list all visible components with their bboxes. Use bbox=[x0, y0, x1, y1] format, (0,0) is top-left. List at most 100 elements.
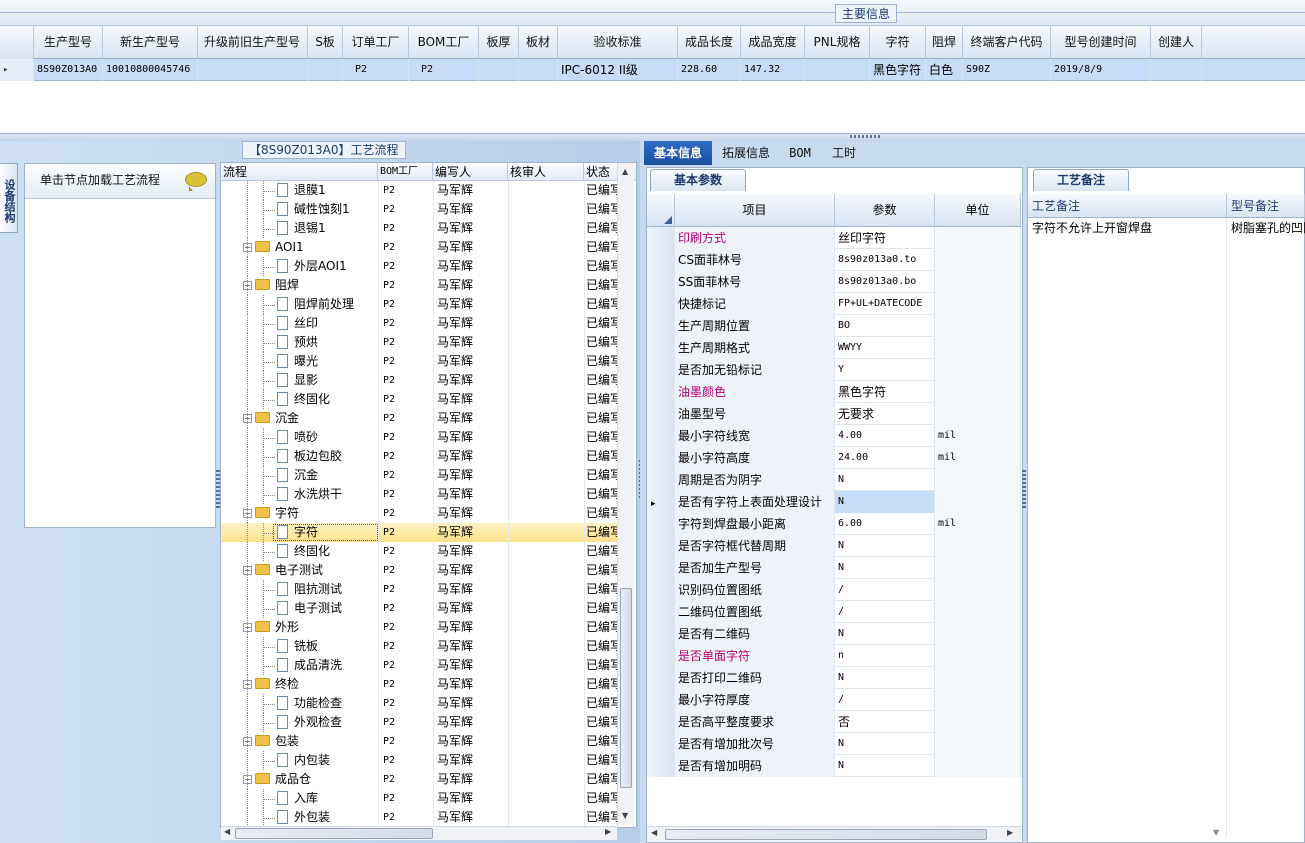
row-indicator[interactable] bbox=[647, 293, 675, 315]
tree-node[interactable]: 退膜1 bbox=[221, 181, 378, 200]
tree-row[interactable]: − 字符 P2 马军辉 已编写 bbox=[221, 504, 622, 523]
row-indicator[interactable] bbox=[647, 535, 675, 557]
row-indicator[interactable] bbox=[647, 733, 675, 755]
tree-node[interactable]: 水洗烘干 bbox=[221, 485, 378, 504]
tree-horizontal-scrollbar[interactable]: ◀ ▶ bbox=[221, 826, 617, 840]
tree-row[interactable]: 功能检查 P2 马军辉 已编写 bbox=[221, 694, 622, 713]
row-indicator[interactable] bbox=[647, 645, 675, 667]
param-value[interactable]: N bbox=[835, 755, 935, 777]
tree-node[interactable]: 丝印 bbox=[221, 314, 378, 333]
tree-node[interactable]: 电子测试 bbox=[221, 599, 378, 618]
tree-node[interactable]: 成品清洗 bbox=[221, 656, 378, 675]
tree-node[interactable]: 喷砂 bbox=[221, 428, 378, 447]
row-indicator[interactable] bbox=[647, 249, 675, 271]
notes-column-model[interactable]: 型号备注 bbox=[1227, 194, 1305, 218]
main-cell[interactable]: 147.32 bbox=[741, 59, 805, 81]
table-row[interactable]: 最小字符高度 24.00 mil bbox=[647, 447, 1021, 469]
table-row[interactable]: 印刷方式 丝印字符 bbox=[647, 227, 1021, 249]
main-column-header[interactable]: 订单工厂 bbox=[343, 26, 409, 59]
tree-row[interactable]: 铣板 P2 马军辉 已编写 bbox=[221, 637, 622, 656]
tree-row[interactable]: 阻抗测试 P2 马军辉 已编写 bbox=[221, 580, 622, 599]
tree-row[interactable]: 终固化 P2 马军辉 已编写 bbox=[221, 390, 622, 409]
tab-process-notes[interactable]: 工艺备注 bbox=[1033, 169, 1129, 191]
tree-node[interactable]: − 外形 bbox=[221, 618, 378, 637]
tree-row[interactable]: 退膜1 P2 马军辉 已编写 bbox=[221, 181, 622, 200]
table-row[interactable]: 字符到焊盘最小距离 6.00 mil bbox=[647, 513, 1021, 535]
scroll-right-icon[interactable]: ▶ bbox=[1007, 828, 1013, 837]
table-row[interactable]: 是否有增加明码 N bbox=[647, 755, 1021, 777]
tree-node[interactable]: − 字符 bbox=[221, 504, 378, 523]
tree-node[interactable]: − 阻焊 bbox=[221, 276, 378, 295]
row-indicator[interactable]: ▸ bbox=[647, 491, 675, 513]
tree-node[interactable]: 外层AOI1 bbox=[221, 257, 378, 276]
tree-node[interactable]: 预烘 bbox=[221, 333, 378, 352]
row-indicator[interactable] bbox=[647, 315, 675, 337]
row-indicator[interactable] bbox=[647, 689, 675, 711]
tree-row[interactable]: − 包装 P2 马军辉 已编写 bbox=[221, 732, 622, 751]
table-row[interactable]: 二维码位置图纸 / bbox=[647, 601, 1021, 623]
row-indicator[interactable] bbox=[647, 469, 675, 491]
main-cell[interactable]: P2 bbox=[409, 59, 479, 81]
tree-node[interactable]: 退锡1 bbox=[221, 219, 378, 238]
main-column-header[interactable]: 生产型号 bbox=[34, 26, 103, 59]
tree-node[interactable]: − 成品仓 bbox=[221, 770, 378, 789]
tree-row[interactable]: − 沉金 P2 马军辉 已编写 bbox=[221, 409, 622, 428]
tree-node[interactable]: − 电子测试 bbox=[221, 561, 378, 580]
tab-bom[interactable]: BOM bbox=[780, 141, 820, 165]
tree-node[interactable]: 内包装 bbox=[221, 751, 378, 770]
tree-row[interactable]: 水洗烘干 P2 马军辉 已编写 bbox=[221, 485, 622, 504]
tree-node[interactable]: − AOI1 bbox=[221, 238, 378, 257]
main-cell[interactable]: P2 bbox=[343, 59, 409, 81]
row-indicator[interactable] bbox=[647, 403, 675, 425]
horizontal-splitter[interactable] bbox=[0, 133, 1305, 141]
table-row[interactable]: 生产周期格式 WWYY bbox=[647, 337, 1021, 359]
tab-basic-params[interactable]: 基本参数 bbox=[650, 169, 746, 191]
tree-row[interactable]: − 成品仓 P2 马军辉 已编写 bbox=[221, 770, 622, 789]
param-value[interactable]: N bbox=[835, 733, 935, 755]
param-value[interactable]: N bbox=[835, 667, 935, 689]
tree-row[interactable]: 板边包胶 P2 马军辉 已编写 bbox=[221, 447, 622, 466]
tree-column-header[interactable]: 核审人 bbox=[508, 163, 584, 181]
tree-row[interactable]: 曝光 P2 马军辉 已编写 bbox=[221, 352, 622, 371]
main-cell[interactable]: 8S90Z013A0 bbox=[34, 59, 103, 81]
main-column-header[interactable]: 创建人 bbox=[1151, 26, 1202, 59]
table-row[interactable]: SS面菲林号 8s90z013a0.bo bbox=[647, 271, 1021, 293]
tree-row[interactable]: 内包装 P2 马军辉 已编写 bbox=[221, 751, 622, 770]
tree-vertical-scrollbar[interactable]: ▲ ▼ bbox=[617, 163, 634, 825]
main-column-header[interactable]: 成品宽度 bbox=[741, 26, 805, 59]
main-column-header[interactable]: 升级前旧生产型号 bbox=[197, 26, 308, 59]
tree-row[interactable]: 丝印 P2 马军辉 已编写 bbox=[221, 314, 622, 333]
table-row[interactable]: 是否加生产型号 N bbox=[647, 557, 1021, 579]
notes-column-process[interactable]: 工艺备注 bbox=[1028, 194, 1227, 218]
row-indicator[interactable] bbox=[647, 623, 675, 645]
tree-node[interactable]: 沉金 bbox=[221, 466, 378, 485]
tree-node[interactable]: 外观检查 bbox=[221, 713, 378, 732]
process-note-cell[interactable]: 字符不允许上开窗焊盘 bbox=[1028, 218, 1227, 238]
scroll-down-icon[interactable]: ▼ bbox=[622, 811, 628, 820]
main-cell[interactable]: 白色 bbox=[926, 59, 963, 81]
main-cell[interactable] bbox=[479, 59, 519, 81]
tree-row[interactable]: 显影 P2 马军辉 已编写 bbox=[221, 371, 622, 390]
main-cell[interactable] bbox=[805, 59, 870, 81]
main-cell[interactable]: 黑色字符 bbox=[870, 59, 926, 81]
params-column-header[interactable]: 参数 bbox=[835, 194, 935, 227]
param-value[interactable]: / bbox=[835, 689, 935, 711]
tree-node[interactable]: 碱性蚀刻1 bbox=[221, 200, 378, 219]
table-row[interactable]: 是否字符框代替周期 N bbox=[647, 535, 1021, 557]
tab-extended-info[interactable]: 拓展信息 bbox=[714, 141, 778, 165]
param-value[interactable]: 24.00 bbox=[835, 447, 935, 469]
main-cell[interactable]: IPC-6012 II级 bbox=[558, 59, 678, 81]
param-value[interactable]: 8s90z013a0.to bbox=[835, 249, 935, 271]
param-value[interactable]: N bbox=[835, 535, 935, 557]
param-value[interactable]: 丝印字符 bbox=[835, 227, 935, 249]
table-row[interactable]: 最小字符厚度 / bbox=[647, 689, 1021, 711]
tree-row[interactable]: 沉金 P2 马军辉 已编写 bbox=[221, 466, 622, 485]
row-indicator[interactable] bbox=[647, 601, 675, 623]
tree-column-header[interactable]: 编写人 bbox=[433, 163, 508, 181]
tree-row[interactable]: 终固化 P2 马军辉 已编写 bbox=[221, 542, 622, 561]
row-indicator[interactable] bbox=[647, 579, 675, 601]
tree-hscroll-thumb[interactable] bbox=[235, 828, 433, 839]
param-value[interactable]: N bbox=[835, 623, 935, 645]
row-indicator[interactable] bbox=[647, 425, 675, 447]
tree-row[interactable]: 碱性蚀刻1 P2 马军辉 已编写 bbox=[221, 200, 622, 219]
